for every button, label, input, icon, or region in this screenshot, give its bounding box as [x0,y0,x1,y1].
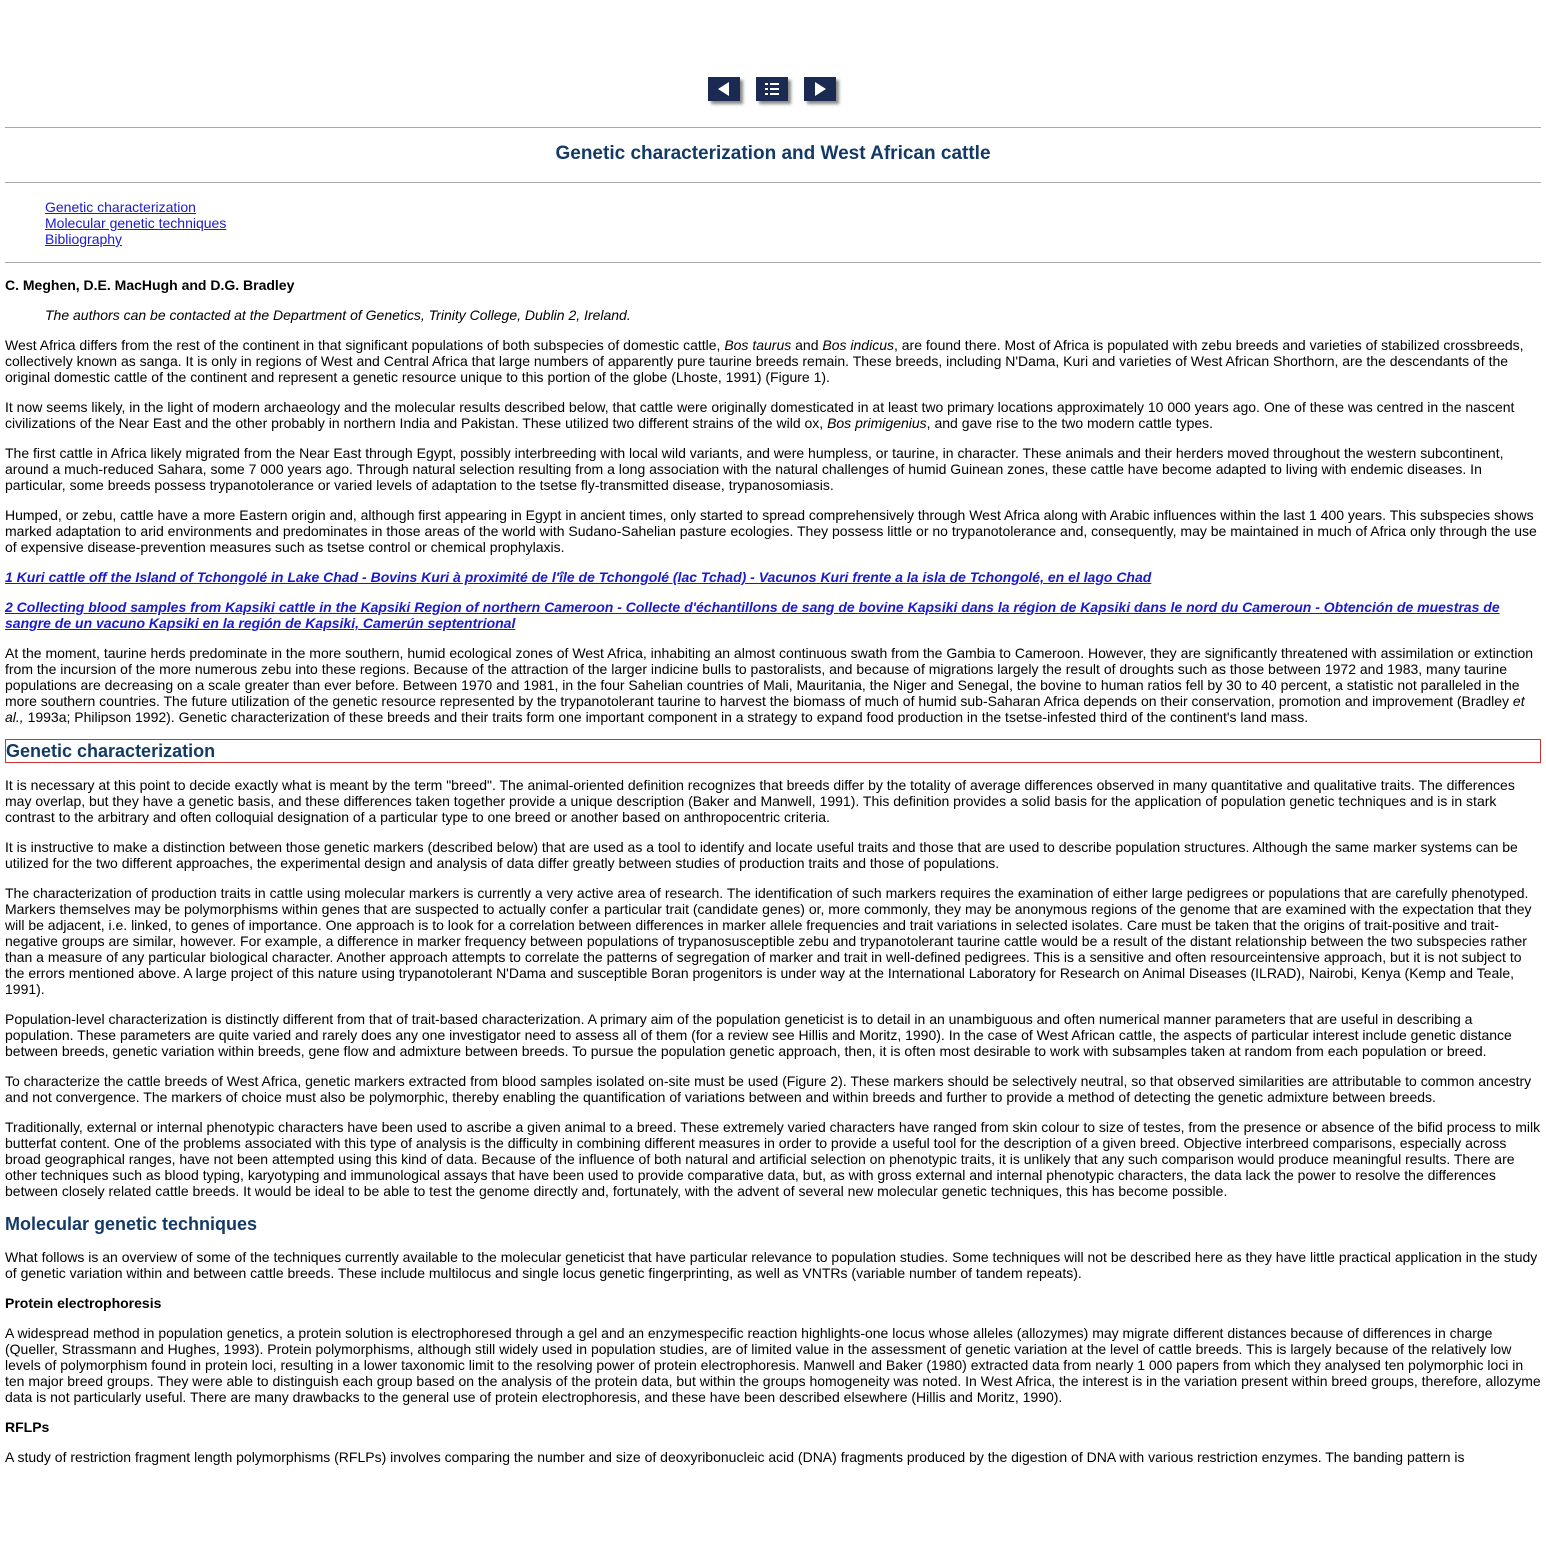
paragraph: Population-level characterization is dis… [5,1011,1512,1059]
previous-icon [718,82,729,96]
paragraph: The characterization of production trait… [5,885,1532,997]
next-button[interactable] [804,77,836,101]
paragraph: Humped, or zebu, cattle have a more East… [5,507,1537,555]
page-title: Genetic characterization and West Africa… [555,143,991,164]
section-heading-molecular-genetic-techniques: Molecular genetic techniques [5,1214,258,1234]
paragraph: West Africa differs from the rest of the… [5,337,1524,385]
navigation-bar [708,77,836,101]
paragraph: Traditionally, external or internal phen… [5,1119,1541,1199]
paragraph: It is necessary at this point to decide … [5,777,1515,825]
toc-link-genetic-characterization[interactable]: Genetic characterization [45,199,226,215]
paragraph: It is instructive to make a distinction … [5,839,1518,871]
authors: C. Meghen, D.E. MacHugh and D.G. Bradley [5,277,295,293]
contents-icon [765,83,779,95]
previous-button[interactable] [708,77,740,101]
toc-link-bibliography[interactable]: Bibliography [45,231,226,247]
divider [5,262,1541,263]
figure-2-link[interactable]: 2 Collecting blood samples from Kapsiki … [5,599,1541,631]
divider [5,127,1541,128]
table-of-contents: Genetic characterization Molecular genet… [45,199,226,247]
next-icon [815,82,826,96]
paragraph: A study of restriction fragment length p… [5,1449,1465,1465]
paragraph: A widespread method in population geneti… [5,1325,1541,1405]
subheading-protein-electrophoresis: Protein electrophoresis [5,1295,162,1311]
paragraph: To characterize the cattle breeds of Wes… [5,1073,1532,1105]
affiliation: The authors can be contacted at the Depa… [45,307,631,323]
section-heading-genetic-characterization: Genetic characterization [5,739,1541,763]
article-body: C. Meghen, D.E. MacHugh and D.G. Bradley… [5,277,1541,1479]
divider [5,182,1541,183]
paragraph: It now seems likely, in the light of mod… [5,399,1515,431]
figure-1-link[interactable]: 1 Kuri cattle off the Island of Tchongol… [5,569,1541,585]
contents-button[interactable] [756,77,788,101]
subheading-rflps: RFLPs [5,1419,50,1435]
toc-link-molecular-genetic-techniques[interactable]: Molecular genetic techniques [45,215,226,231]
paragraph: What follows is an overview of some of t… [5,1249,1538,1281]
paragraph: At the moment, taurine herds predominate… [5,645,1534,725]
paragraph: The first cattle in Africa likely migrat… [5,445,1504,493]
